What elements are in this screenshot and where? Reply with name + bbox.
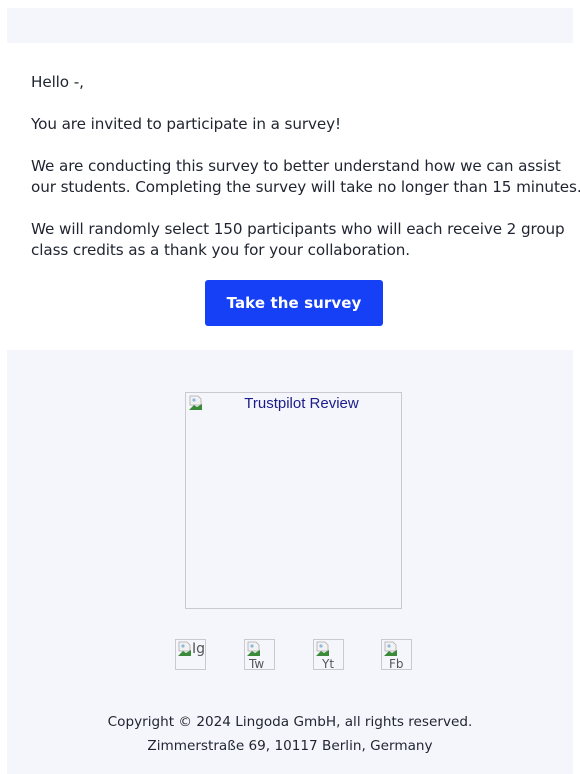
- reward-line-1: We will randomly select 150 participants…: [31, 220, 565, 238]
- conduct-line-1: We are conducting this survey to better …: [31, 157, 561, 175]
- trustpilot-alt-text: Trustpilot Review: [244, 395, 359, 412]
- reward-line-2: class credits as a thank you for your co…: [31, 241, 411, 259]
- facebook-link[interactable]: Fb: [381, 639, 412, 670]
- youtube-alt-text: Yt: [322, 657, 335, 670]
- twitter-link[interactable]: Tw: [244, 639, 275, 670]
- youtube-icon: [316, 641, 329, 656]
- invite-text: You are invited to participate in a surv…: [31, 115, 341, 133]
- trustpilot-review-image[interactable]: Trustpilot Review: [185, 392, 402, 609]
- instagram-link[interactable]: Ig: [175, 639, 206, 670]
- youtube-link[interactable]: Yt: [313, 639, 344, 670]
- facebook-alt-text: Fb: [389, 657, 404, 670]
- email-header-bar: [7, 8, 573, 43]
- greeting: Hello -,: [31, 73, 84, 91]
- conduct-text: We are conducting this survey to better …: [31, 156, 580, 198]
- twitter-icon: [247, 641, 260, 656]
- instagram-alt-text: Ig: [192, 641, 206, 657]
- reward-text: We will randomly select 150 participants…: [31, 219, 565, 261]
- take-survey-button[interactable]: Take the survey: [205, 280, 383, 326]
- footer: Trustpilot Review Ig Tw Yt Fb Copyright …: [7, 350, 573, 774]
- company-address: Zimmerstraße 69, 10117 Berlin, Germany: [147, 738, 433, 754]
- facebook-icon: [384, 641, 397, 656]
- instagram-icon: [178, 641, 191, 656]
- conduct-line-2: our students. Completing the survey will…: [31, 178, 580, 196]
- copyright-text: Copyright © 2024 Lingoda GmbH, all right…: [107, 714, 473, 730]
- twitter-alt-text: Tw: [249, 657, 265, 670]
